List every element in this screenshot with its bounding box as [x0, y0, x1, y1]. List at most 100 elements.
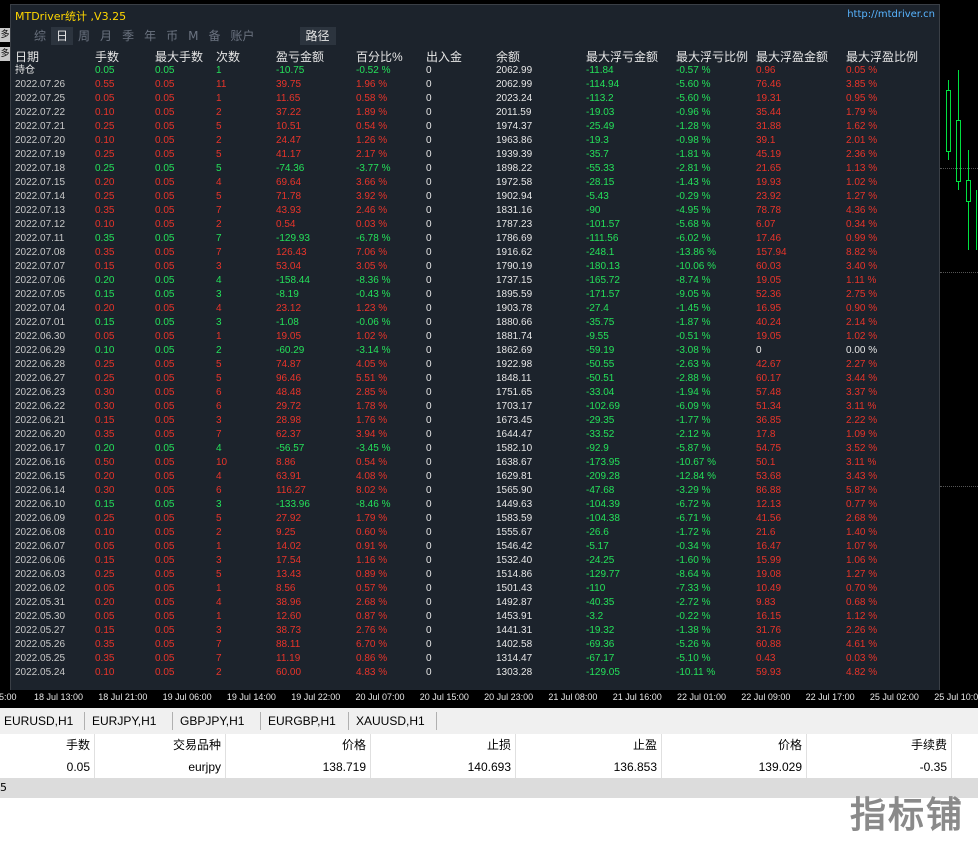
table-row[interactable]: 2022.06.15 0.20 0.05 4 63.91 4.08 % 0 1629.81 -2… [15, 470, 922, 484]
table-row[interactable]: 2022.07.13 0.35 0.05 7 43.93 2.46 % 0 1831.16 -9… [15, 204, 922, 218]
table-cell: 0.96 [756, 65, 776, 76]
tab-1[interactable]: 日 [51, 27, 74, 45]
table-row[interactable]: 2022.05.27 0.15 0.05 3 38.73 2.76 % 0 1441.31 -1… [15, 624, 922, 638]
table-row[interactable]: 2022.07.11 0.35 0.05 7 -129.93 -6.78 % 0 1786.6… [15, 232, 922, 246]
time-tick-label: 25 Jul 10:00 [934, 692, 978, 702]
table-row[interactable]: 2022.05.26 0.35 0.05 7 88.11 6.70 % 0 1402.58 -6… [15, 638, 922, 652]
table-cell: 1.27 % [846, 569, 878, 580]
order-row[interactable]: 0.05 eurjpy 138.719 140.693 136.853 139.029 -0… [0, 756, 978, 779]
path-button[interactable]: 路径 [299, 27, 336, 45]
table-cell: 2011.59 [496, 107, 532, 118]
table-cell: 1314.47 [496, 653, 533, 664]
table-row[interactable]: 持仓 0.05 0.05 1 -10.75 -0.52 % 0 2062.99 -11.84 -0… [15, 64, 922, 78]
table-row[interactable]: 2022.07.21 0.25 0.05 5 10.51 0.54 % 0 1974.37 -2… [15, 120, 922, 134]
table-cell: 126.43 [276, 247, 307, 258]
table-cell: 62.37 [276, 429, 302, 440]
table-row[interactable]: 2022.07.06 0.20 0.05 4 -158.44 -8.36 % 0 1737.1… [15, 274, 922, 288]
table-row[interactable]: 2022.07.19 0.25 0.05 5 41.17 2.17 % 0 1939.39 -3… [15, 148, 922, 162]
table-row[interactable]: 2022.06.03 0.25 0.05 5 13.43 0.89 % 0 1514.86 -1… [15, 568, 922, 582]
table-cell: 5 [216, 163, 222, 174]
table-row[interactable]: 2022.06.21 0.15 0.05 3 28.98 1.76 % 0 1673.45 -2… [15, 414, 922, 428]
table-row[interactable]: 2022.06.07 0.05 0.05 1 14.02 0.91 % 0 1546.42 -5… [15, 540, 922, 554]
table-cell: -3.29 % [676, 485, 711, 496]
table-cell: 0.05 [95, 65, 115, 76]
table-row[interactable]: 2022.06.28 0.25 0.05 5 74.87 4.05 % 0 1922.98 -5… [15, 358, 922, 372]
table-row[interactable]: 2022.06.16 0.50 0.05 10 8.86 0.54 % 0 1638.67 -1… [15, 456, 922, 470]
tab-2[interactable]: 周 [73, 27, 95, 45]
time-tick-label: 18 Jul 13:00 [34, 692, 84, 702]
tab-5[interactable]: 年 [139, 27, 161, 45]
table-cell: 2022.07.08 [15, 247, 66, 258]
table-row[interactable]: 2022.07.08 0.35 0.05 7 126.43 7.06 % 0 1916.62 -… [15, 246, 922, 260]
table-cell: 1831.16 [496, 205, 533, 216]
table-row[interactable]: 2022.06.29 0.10 0.05 2 -60.29 -3.14 % 0 1862.69… [15, 344, 922, 358]
table-row[interactable]: 2022.07.26 0.55 0.05 11 39.75 1.96 % 0 2062.99 -… [15, 78, 922, 92]
table-row[interactable]: 2022.06.14 0.30 0.05 6 116.27 8.02 % 0 1565.90 -… [15, 484, 922, 498]
table-cell: 0.05 [155, 583, 175, 594]
table-row[interactable]: 2022.06.27 0.25 0.05 5 96.46 5.51 % 0 1848.11 -5… [15, 372, 922, 386]
tab-0[interactable]: 综 [29, 27, 51, 45]
candlestick-area[interactable] [940, 0, 978, 690]
table-cell: 0.05 [155, 261, 175, 272]
table-cell: -5.60 % [676, 93, 711, 104]
table-row[interactable]: 2022.07.01 0.15 0.05 3 -1.08 -0.06 % 0 1880.66 -… [15, 316, 922, 330]
table-cell: 0.35 [95, 429, 115, 440]
symbol-tab[interactable]: EURUSD,H1 [4, 714, 73, 728]
tab-6[interactable]: 币 [161, 27, 183, 45]
table-row[interactable]: 2022.07.14 0.25 0.05 5 71.78 3.92 % 0 1902.94 -5… [15, 190, 922, 204]
table-row[interactable]: 2022.07.25 0.05 0.05 1 11.65 0.58 % 0 2023.24 -1… [15, 92, 922, 106]
table-row[interactable]: 2022.07.15 0.20 0.05 4 69.64 3.66 % 0 1972.58 -2… [15, 176, 922, 190]
table-cell: 6.70 % [356, 639, 388, 650]
table-cell: 1.02 % [356, 331, 388, 342]
table-row[interactable]: 2022.06.17 0.20 0.05 4 -56.57 -3.45 % 0 1582.10… [15, 442, 922, 456]
table-cell: 3.05 % [356, 261, 388, 272]
table-cell: -60.29 [276, 345, 305, 356]
table-cell: -0.43 % [356, 289, 391, 300]
symbol-tab[interactable]: GBPJPY,H1 [180, 714, 244, 728]
table-row[interactable]: 2022.06.09 0.25 0.05 5 27.92 1.79 % 0 1583.59 -1… [15, 512, 922, 526]
symbol-tab[interactable]: EURGBP,H1 [268, 714, 336, 728]
table-row[interactable]: 2022.07.07 0.15 0.05 3 53.04 3.05 % 0 1790.19 -1… [15, 260, 922, 274]
table-cell: 57.48 [756, 387, 782, 398]
table-row[interactable]: 2022.05.31 0.20 0.05 4 38.96 2.68 % 0 1492.87 -4… [15, 596, 922, 610]
side-button[interactable]: 多 [0, 47, 10, 61]
table-row[interactable]: 2022.07.05 0.15 0.05 3 -8.19 -0.43 % 0 1895.59 -… [15, 288, 922, 302]
table-row[interactable]: 2022.07.04 0.20 0.05 4 23.12 1.23 % 0 1903.78 -2… [15, 302, 922, 316]
table-row[interactable]: 2022.06.20 0.35 0.05 7 62.37 3.94 % 0 1644.47 -3… [15, 428, 922, 442]
table-cell: 1.89 % [356, 107, 388, 118]
table-row[interactable]: 2022.06.06 0.15 0.05 3 17.54 1.16 % 0 1532.40 -2… [15, 554, 922, 568]
table-row[interactable]: 2022.07.22 0.10 0.05 2 37.22 1.89 % 0 2011.59 -1… [15, 106, 922, 120]
tab-3[interactable]: 月 [95, 27, 117, 45]
symbol-tab[interactable]: XAUUSD,H1 [356, 714, 425, 728]
table-row[interactable]: 2022.07.12 0.10 0.05 2 0.54 0.03 % 0 1787.23 -10… [15, 218, 922, 232]
tab-8[interactable]: 备 [203, 27, 225, 45]
table-row[interactable]: 2022.07.20 0.10 0.05 2 24.47 1.26 % 0 1963.86 -1… [15, 134, 922, 148]
table-cell: 0.05 [155, 485, 175, 496]
table-row[interactable]: 2022.07.18 0.25 0.05 5 -74.36 -3.77 % 0 1898.22… [15, 162, 922, 176]
table-cell: 0.05 [155, 555, 175, 566]
tab-4[interactable]: 季 [117, 27, 139, 45]
table-row[interactable]: 2022.06.10 0.15 0.05 3 -133.96 -8.46 % 0 1449.6… [15, 498, 922, 512]
table-cell: 5 [216, 569, 222, 580]
table-cell: -0.57 % [676, 65, 711, 76]
side-button[interactable]: 多 [0, 28, 10, 42]
tab-9[interactable]: 账户 [225, 27, 259, 45]
table-row[interactable]: 2022.05.25 0.35 0.05 7 11.19 0.86 % 0 1314.47 -6… [15, 652, 922, 666]
table-cell: -10.67 % [676, 457, 717, 468]
table-cell: 7 [216, 653, 222, 664]
table-row[interactable]: 2022.06.02 0.05 0.05 1 8.56 0.57 % 0 1501.43 -11… [15, 582, 922, 596]
table-row[interactable]: 2022.06.23 0.30 0.05 6 48.48 2.85 % 0 1751.65 -3… [15, 386, 922, 400]
table-cell: 19.31 [756, 93, 782, 104]
table-cell: 1546.42 [496, 541, 533, 552]
table-row[interactable]: 2022.06.22 0.30 0.05 6 29.72 1.78 % 0 1703.17 -1… [15, 400, 922, 414]
website-link[interactable]: http://mtdriver.cn [847, 9, 935, 20]
table-cell: 86.88 [756, 485, 782, 496]
table-row[interactable]: 2022.06.08 0.10 0.05 2 9.25 0.60 % 0 1555.67 -26… [15, 526, 922, 540]
table-row[interactable]: 2022.05.24 0.10 0.05 2 60.00 4.83 % 0 1303.28 -1… [15, 666, 922, 680]
tab-7[interactable]: M [183, 27, 203, 45]
table-cell: 2.01 % [846, 135, 878, 146]
symbol-tab[interactable]: EURJPY,H1 [92, 714, 156, 728]
table-row[interactable]: 2022.06.30 0.05 0.05 1 19.05 1.02 % 0 1881.74 -9… [15, 330, 922, 344]
table-cell: 1555.67 [496, 527, 533, 538]
table-row[interactable]: 2022.05.30 0.05 0.05 1 12.60 0.87 % 0 1453.91 -3… [15, 610, 922, 624]
